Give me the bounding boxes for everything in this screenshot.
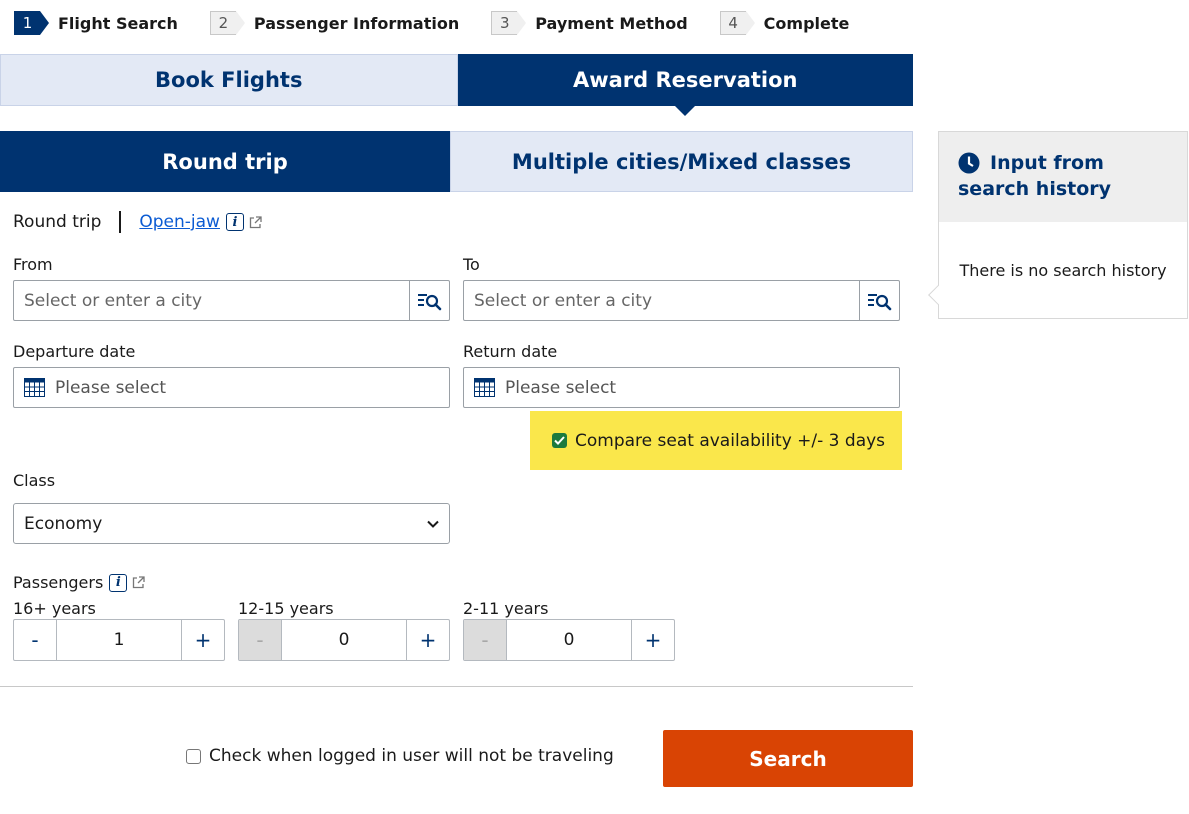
trip-tabs: Round trip Multiple cities/Mixed classes [0,131,913,192]
list-search-icon [867,293,891,310]
external-link-icon [249,215,262,228]
history-title-line2: search history [958,178,1112,200]
step-number: 2 [209,11,245,35]
city-search-button[interactable] [409,281,449,320]
search-history-header: Input from search history [939,132,1187,222]
step-number: 1 [14,11,49,35]
class-select[interactable]: Economy [13,503,450,544]
to-input[interactable] [464,281,859,320]
youth-quantity-stepper: - 0 + [238,619,450,661]
increment-button[interactable]: + [632,620,674,660]
city-search-button[interactable] [859,281,899,320]
section-divider [0,686,913,687]
adult-count[interactable]: 1 [56,620,182,660]
not-traveling-label: Check when logged in user will not be tr… [209,746,614,766]
adult-age-label: 16+ years [13,599,96,618]
step-flight-search: 1 Flight Search [14,11,178,35]
divider [119,211,122,233]
from-label: From [13,255,53,274]
decrement-button[interactable]: - [464,620,506,660]
youth-age-label: 12-15 years [238,599,334,618]
child-quantity-stepper: - 0 + [463,619,675,661]
list-search-icon [417,293,441,310]
clock-icon [958,152,980,174]
not-traveling-checkbox[interactable] [186,748,201,764]
decrement-button[interactable]: - [239,620,281,660]
history-title-line1: Input from [990,152,1104,174]
child-count[interactable]: 0 [506,620,632,660]
trip-type-selector: Round trip Open-jaw i [13,210,262,234]
compare-checkbox[interactable] [552,433,567,448]
tab-book-flights[interactable]: Book Flights [0,54,458,106]
tab-round-trip[interactable]: Round trip [0,131,450,192]
progress-steps: 1 Flight Search 2 Passenger Information … [14,10,881,36]
step-number: 3 [491,11,527,35]
class-label: Class [13,471,56,490]
return-date-placeholder: Please select [505,377,617,398]
open-jaw-link[interactable]: Open-jaw [139,212,220,232]
compare-availability-option[interactable]: Compare seat availability +/- 3 days [530,411,902,470]
decrement-button[interactable]: - [14,620,56,660]
class-selected-value: Economy [24,513,103,534]
trip-type-current: Round trip [13,212,102,232]
panel-pointer [928,285,948,305]
adult-quantity-stepper: - 1 + [13,619,225,661]
departure-date-placeholder: Please select [55,377,167,398]
step-passenger-information: 2 Passenger Information [209,11,460,35]
step-complete: 4 Complete [719,11,850,35]
calendar-icon [474,378,495,397]
to-field [463,280,900,321]
checkmark-icon [554,436,565,445]
step-number: 4 [719,11,755,35]
return-date-label: Return date [463,342,558,361]
tab-multiple-cities[interactable]: Multiple cities/Mixed classes [450,131,913,192]
increment-button[interactable]: + [407,620,449,660]
child-age-label: 2-11 years [463,599,549,618]
not-traveling-option[interactable]: Check when logged in user will not be tr… [186,746,614,766]
compare-label: Compare seat availability +/- 3 days [575,430,886,451]
chevron-down-icon [427,520,439,528]
departure-date-label: Departure date [13,342,136,361]
youth-count[interactable]: 0 [281,620,407,660]
to-label: To [463,255,480,274]
return-date-field[interactable]: Please select [463,367,900,408]
step-payment-method: 3 Payment Method [491,11,688,35]
step-label: Flight Search [58,13,178,33]
info-icon[interactable]: i [109,573,128,592]
history-empty-message: There is no search history [959,261,1167,280]
step-label: Complete [763,13,850,33]
departure-date-field[interactable]: Please select [13,367,450,408]
passengers-header: Passengers i [13,573,145,592]
step-label: Passenger Information [253,13,460,33]
search-history-panel: Input from search history There is no se… [928,131,1188,319]
increment-button[interactable]: + [182,620,224,660]
calendar-icon [24,378,45,397]
from-field [13,280,450,321]
from-input[interactable] [14,281,409,320]
booking-type-tabs: Book Flights Award Reservation [0,54,913,116]
info-icon[interactable]: i [225,213,244,231]
passengers-label: Passengers [13,573,104,592]
step-label: Payment Method [535,13,688,33]
external-link-icon [133,576,145,589]
search-button[interactable]: Search [663,730,913,787]
tab-award-reservation[interactable]: Award Reservation [457,54,913,116]
